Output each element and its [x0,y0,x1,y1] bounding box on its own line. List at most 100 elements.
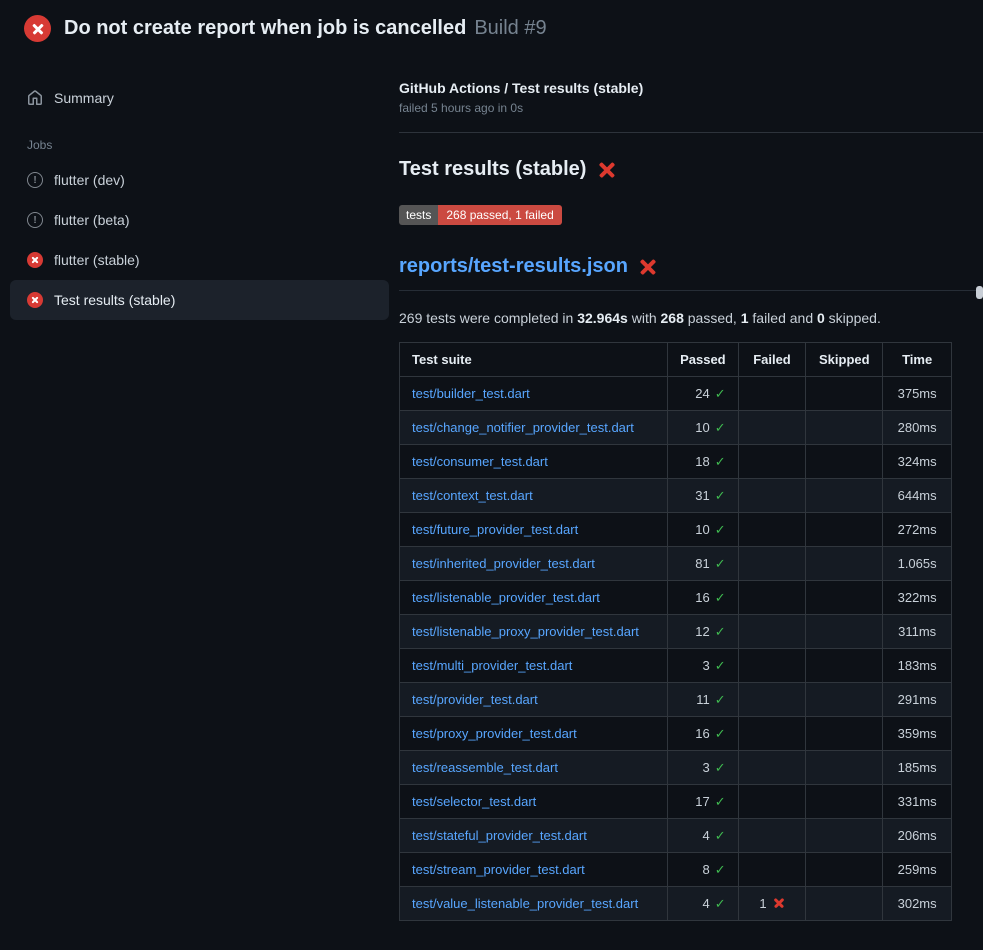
build-number: Build #9 [474,17,546,40]
suite-link[interactable]: test/stateful_provider_test.dart [412,828,587,843]
summary-text: failed and [749,310,818,326]
sidebar-item-test-results-stable[interactable]: Test results (stable) [10,280,389,320]
failed-cell [738,819,806,853]
passed-count: 18 [695,454,709,469]
suite-link[interactable]: test/context_test.dart [412,488,533,503]
time-cell: 331ms [883,785,952,819]
failed-cell: 1 [738,887,806,921]
sidebar-item-label: Test results (stable) [54,292,175,308]
column-header-test-suite: Test suite [400,343,668,377]
table-row: test/reassemble_test.dart3✓185ms [400,751,952,785]
sidebar-item-label: flutter (beta) [54,212,129,228]
failed-cell [738,377,806,411]
skipped-cell [806,479,883,513]
summary-text: skipped. [825,310,881,326]
report-file-link[interactable]: reports/test-results.json [399,255,628,278]
passed-cell: 10✓ [668,411,739,445]
column-header-time: Time [883,343,952,377]
failed-cell [738,785,806,819]
suite-link[interactable]: test/proxy_provider_test.dart [412,726,577,741]
failed-count: 1 [759,896,766,911]
suite-cell: test/reassemble_test.dart [400,751,668,785]
suite-link[interactable]: test/provider_test.dart [412,692,538,707]
table-row: test/builder_test.dart24✓375ms [400,377,952,411]
jobs-heading: Jobs [0,118,399,160]
time-cell: 272ms [883,513,952,547]
table-row: test/provider_test.dart 11 ✓ 291ms [400,683,952,717]
suite-link[interactable]: test/value_listenable_provider_test.dart [412,896,638,911]
sidebar-item-flutter-stable[interactable]: flutter (stable) [10,240,389,280]
suite-link[interactable]: test/stream_provider_test.dart [412,862,585,877]
failed-cell [738,411,806,445]
sidebar-item-flutter-beta[interactable]: flutter (beta) [10,200,389,240]
breadcrumb: GitHub Actions / Test results (stable) [399,80,983,96]
skipped-cell [806,683,883,717]
suite-link[interactable]: test/reassemble_test.dart [412,760,558,775]
check-icon: ✓ [715,692,726,707]
check-icon: ✓ [715,590,726,605]
skipped-cell [806,717,883,751]
suite-link[interactable]: test/selector_test.dart [412,794,536,809]
passed-count: 3 [702,760,709,775]
check-icon: ✓ [715,794,726,809]
suite-link[interactable]: test/listenable_proxy_provider_test.dart [412,624,639,639]
suite-link[interactable]: test/builder_test.dart [412,386,530,401]
failed-icon [27,252,43,268]
time-cell: 206ms [883,819,952,853]
summary-text: with [628,310,661,326]
failed-icon [27,292,43,308]
suite-cell: test/listenable_provider_test.dart [400,581,668,615]
suite-cell: test/inherited_provider_test.dart [400,547,668,581]
failed-cell [738,683,806,717]
sidebar-item-summary[interactable]: Summary [10,78,389,118]
passed-count: 16 [695,726,709,741]
column-header-passed: Passed [668,343,739,377]
passed-count: 11 [696,692,710,707]
suite-cell: test/consumer_test.dart [400,445,668,479]
passed-cell: 3✓ [668,751,739,785]
suite-link[interactable]: test/consumer_test.dart [412,454,548,469]
check-icon: ✓ [715,760,726,775]
header-divider [399,132,983,133]
table-row: test/multi_provider_test.dart3✓183ms [400,649,952,683]
suite-link[interactable]: test/inherited_provider_test.dart [412,556,595,571]
passed-cell: 3✓ [668,649,739,683]
suite-link[interactable]: test/change_notifier_provider_test.dart [412,420,634,435]
time-cell: 291ms [883,683,952,717]
skipped-cell [806,887,883,921]
suite-link[interactable]: test/listenable_provider_test.dart [412,590,600,605]
table-row: test/listenable_proxy_provider_test.dart… [400,615,952,649]
passed-cell: 81✓ [668,547,739,581]
table-row: test/stream_provider_test.dart8✓259ms [400,853,952,887]
skipped-cell [806,751,883,785]
check-icon: ✓ [715,896,726,911]
suite-cell: test/multi_provider_test.dart [400,649,668,683]
suite-cell: test/selector_test.dart [400,785,668,819]
scrollbar-thumb[interactable] [976,286,983,299]
check-title: Test results (stable) [399,158,586,181]
table-row: test/selector_test.dart 17✓ 331ms [400,785,952,819]
sidebar-item-flutter-dev[interactable]: flutter (dev) [10,160,389,200]
time-cell: 324ms [883,445,952,479]
skipped-cell [806,513,883,547]
suite-link[interactable]: test/multi_provider_test.dart [412,658,572,673]
passed-count: 12 [695,624,709,639]
time-cell: 1.065s [883,547,952,581]
suite-cell: test/provider_test.dart [400,683,668,717]
table-row: test/future_provider_test.dart10✓272ms [400,513,952,547]
suite-link[interactable]: test/future_provider_test.dart [412,522,578,537]
passed-cell: 17✓ [668,785,739,819]
passed-cell: 8✓ [668,853,739,887]
passed-count: 81 [695,556,709,571]
passed-cell: 12✓ [668,615,739,649]
badge-label: tests [399,205,438,225]
time-cell: 322ms [883,581,952,615]
passed-count: 8 [702,862,709,877]
skipped-cell [806,819,883,853]
skipped-cell [806,581,883,615]
passed-count: 4 [702,896,709,911]
build-header: Do not create report when job is cancell… [0,0,983,56]
time-cell: 185ms [883,751,952,785]
failed-cell [738,717,806,751]
table-row: test/listenable_provider_test.dart16✓322… [400,581,952,615]
